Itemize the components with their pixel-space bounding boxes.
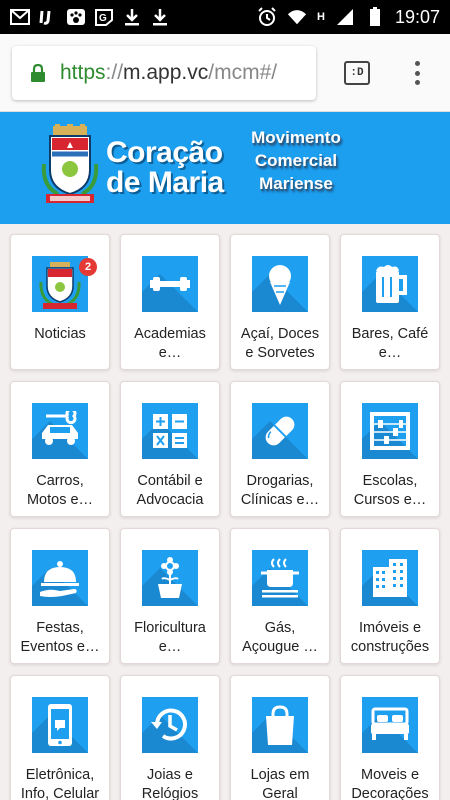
browser-toolbar: https://m.app.vc/mcm#/ :D	[0, 34, 450, 112]
calculator-icon	[142, 403, 198, 459]
category-card-acai[interactable]: Açaí, Doces e Sorvetes	[230, 234, 330, 370]
category-card-academias[interactable]: Academias e…	[120, 234, 220, 370]
category-card-festas[interactable]: Festas, Eventos e…	[10, 528, 110, 664]
brand-title: Coração de Maria	[106, 138, 224, 198]
building-icon	[362, 550, 418, 606]
svg-text:G: G	[99, 13, 107, 24]
pill-icon	[252, 403, 308, 459]
download-icon	[122, 8, 142, 26]
category-label: Floricultura e…	[134, 620, 206, 655]
coat-of-arms-logo	[40, 124, 100, 210]
network-type: H	[317, 11, 325, 23]
category-card-imoveis[interactable]: Imóveis e construções	[340, 528, 440, 664]
category-label: Contábil e Advocacia	[136, 473, 204, 508]
category-card-carros[interactable]: Carros, Motos e…	[10, 381, 110, 517]
category-card-lojas[interactable]: Lojas em Geral	[230, 675, 330, 800]
association-line-2: Comercial	[254, 151, 338, 170]
abacus-icon	[362, 403, 418, 459]
ice-cream-icon	[252, 256, 308, 312]
beer-mug-icon	[362, 256, 418, 312]
category-label: Imóveis e construções	[350, 620, 430, 655]
category-card-eletronica[interactable]: Eletrônica, Info, Celular	[10, 675, 110, 800]
url-text: https://m.app.vc/mcm#/	[60, 61, 278, 84]
header-banner: Coração de Maria Movimento Comercial Mar…	[0, 112, 450, 224]
category-card-noticias[interactable]: 2 Noticias	[10, 234, 110, 370]
dumbbell-icon	[142, 256, 198, 312]
association-line-1: Movimento	[251, 128, 341, 147]
status-bar: G H 19:07	[0, 0, 450, 34]
category-card-contabil[interactable]: Contábil e Advocacia	[120, 381, 220, 517]
category-label: Drogarias, Clínicas e…	[240, 473, 320, 508]
category-label: Academias e…	[134, 326, 206, 361]
overflow-menu-button[interactable]	[410, 58, 424, 88]
car-wrench-icon	[32, 403, 88, 459]
category-card-gas[interactable]: Gás, Açougue …	[230, 528, 330, 664]
brand-line-2: de Maria	[106, 166, 224, 199]
signal-icon	[335, 8, 355, 26]
association-line-3: Mariense	[259, 174, 333, 193]
category-card-floricultura[interactable]: Floricultura e…	[120, 528, 220, 664]
brand-line-1: Coração	[106, 136, 223, 169]
association-title: Movimento Comercial Mariense	[232, 126, 360, 195]
paw-icon	[66, 8, 86, 26]
category-label: Açaí, Doces e Sorvetes	[240, 326, 320, 361]
flower-pot-icon	[142, 550, 198, 606]
category-grid: 2 Noticias Academias e… Açaí, Doces e So…	[0, 224, 450, 800]
notification-badge: 2	[79, 258, 97, 276]
category-card-drogarias[interactable]: Drogarias, Clínicas e…	[230, 381, 330, 517]
category-label: Noticias	[34, 326, 86, 342]
ij-icon	[38, 8, 58, 26]
category-label: Bares, Café e…	[351, 326, 429, 361]
clock-history-icon	[142, 697, 198, 753]
cloche-icon	[32, 550, 88, 606]
mail-icon	[10, 8, 30, 26]
shopping-bag-icon	[252, 697, 308, 753]
alarm-icon	[257, 7, 277, 26]
category-label: Escolas, Cursos e…	[353, 473, 427, 508]
category-label: Gás, Açougue …	[242, 620, 318, 655]
tab-switcher-button[interactable]: :D	[344, 61, 370, 85]
category-label: Lojas em Geral	[250, 767, 310, 800]
category-card-moveis[interactable]: Moveis e Decorações	[340, 675, 440, 800]
cooking-pot-icon	[252, 550, 308, 606]
bed-icon	[362, 697, 418, 753]
url-bar[interactable]: https://m.app.vc/mcm#/	[12, 46, 316, 100]
battery-icon	[365, 7, 385, 26]
category-card-bares[interactable]: Bares, Café e…	[340, 234, 440, 370]
category-label: Joias e Relógios	[141, 767, 199, 800]
lock-icon	[30, 63, 46, 83]
category-label: Festas, Eventos e…	[20, 620, 100, 655]
category-card-joias[interactable]: Joias e Relógios	[120, 675, 220, 800]
g-icon: G	[94, 8, 114, 26]
wifi-icon	[287, 8, 307, 26]
category-label: Eletrônica, Info, Celular	[20, 767, 100, 800]
category-card-escolas[interactable]: Escolas, Cursos e…	[340, 381, 440, 517]
category-label: Moveis e Decorações	[351, 767, 429, 800]
download-icon	[150, 8, 170, 26]
smartphone-icon	[32, 697, 88, 753]
clock-time: 19:07	[394, 6, 440, 27]
category-label: Carros, Motos e…	[26, 473, 94, 508]
